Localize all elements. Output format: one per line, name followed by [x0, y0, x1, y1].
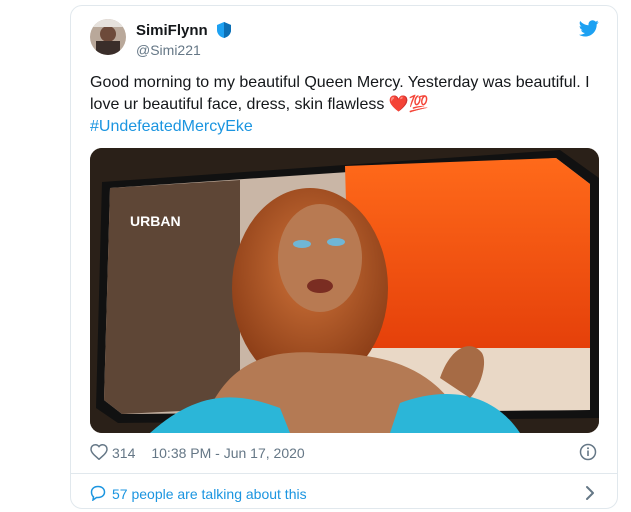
tweet-body: Good morning to my beautiful Queen Mercy…: [90, 74, 590, 113]
info-icon[interactable]: [579, 443, 597, 466]
timestamp[interactable]: 10:38 PM - Jun 17, 2020: [151, 445, 304, 461]
tweet-text: Good morning to my beautiful Queen Mercy…: [90, 72, 600, 138]
tweet-card[interactable]: SimiFlynn @Simi221 Good morning to my be…: [70, 5, 618, 509]
speech-bubble-icon: [90, 485, 106, 504]
chevron-right-icon[interactable]: [584, 485, 596, 506]
user-handle[interactable]: @Simi221: [136, 42, 201, 58]
divider: [71, 473, 617, 474]
shield-icon: [216, 21, 232, 44]
talking-count-label: 57 people are talking about this: [112, 486, 307, 502]
twitter-bird-icon[interactable]: [578, 20, 599, 42]
tweet-meta: 314 10:38 PM - Jun 17, 2020: [90, 443, 305, 463]
tweet-media-image[interactable]: URBAN: [90, 148, 599, 433]
emoji-heart-hundred: ❤️💯: [388, 96, 429, 113]
conversation-link[interactable]: 57 people are talking about this: [90, 484, 307, 504]
hashtag-link[interactable]: #UndefeatedMercyEke: [90, 116, 253, 138]
user-name[interactable]: SimiFlynn: [136, 22, 208, 39]
heart-icon[interactable]: [90, 443, 108, 463]
like-count[interactable]: 314: [112, 445, 135, 461]
avatar[interactable]: [90, 19, 126, 55]
channel-logo: URBAN: [130, 213, 181, 229]
